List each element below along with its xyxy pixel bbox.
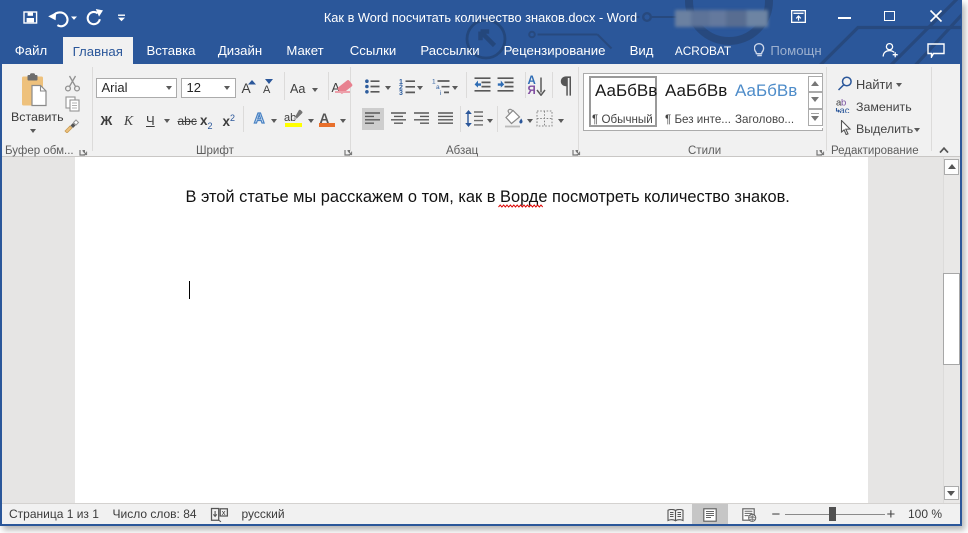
svg-text:ac: ac [840, 106, 850, 114]
svg-text:x: x [221, 508, 225, 517]
svg-text:3: 3 [399, 90, 403, 95]
svg-text:i: i [440, 90, 441, 95]
